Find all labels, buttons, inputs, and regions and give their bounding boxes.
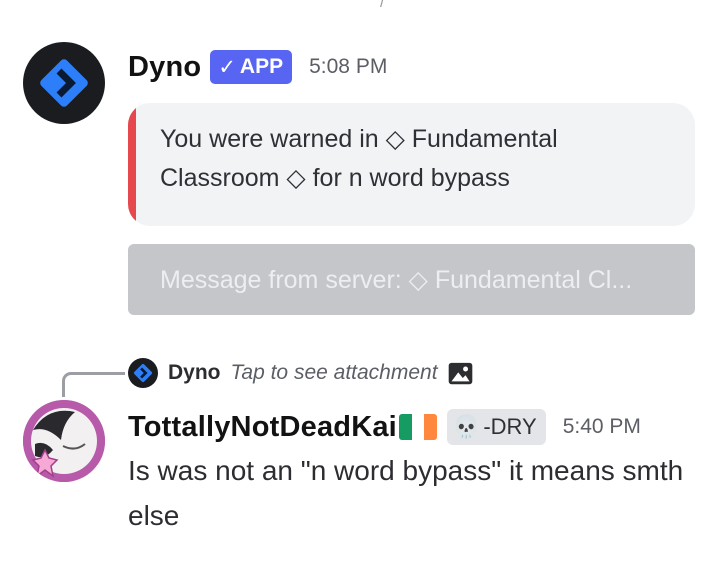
- message-header: TottallyNotDeadKai 💀 -DRY 5:40 PM: [128, 404, 641, 450]
- role-badge-label: -DRY: [483, 414, 537, 439]
- message-timestamp: 5:40 PM: [562, 415, 641, 438]
- warning-embed: You were warned in ◇ Fundamental Classro…: [128, 103, 695, 226]
- reply-avatar: [128, 358, 158, 388]
- message-header: Dyno ✓ APP 5:08 PM: [128, 44, 387, 90]
- embed-description: You were warned in ◇ Fundamental Classro…: [160, 125, 558, 192]
- reply-reference[interactable]: Dyno Tap to see attachment: [128, 357, 474, 389]
- kai-avatar[interactable]: [23, 400, 105, 482]
- dyno-avatar[interactable]: [23, 42, 105, 124]
- reply-author: Dyno: [168, 361, 221, 384]
- message-body: Is was not an "n word bypass" it means s…: [128, 455, 684, 531]
- previous-message-fragment: /: [380, 0, 385, 11]
- embed-accent-bar: [128, 103, 136, 226]
- app-badge: ✓ APP: [210, 50, 293, 84]
- reply-spine: [62, 372, 125, 397]
- image-icon: [447, 360, 474, 387]
- skull-icon: 💀: [452, 414, 481, 439]
- app-badge-label: APP: [239, 55, 284, 78]
- ireland-flag-icon: [398, 414, 437, 440]
- reply-text: Tap to see attachment: [230, 361, 438, 384]
- server-message-button[interactable]: Message from server: ◇ Fundamental Cl...: [128, 244, 695, 315]
- chat-view: / Dyno ✓ APP 5:08 PM You were warned in …: [0, 0, 720, 586]
- author-name[interactable]: TottallyNotDeadKai: [128, 411, 397, 444]
- message-timestamp: 5:08 PM: [309, 55, 388, 78]
- role-badge[interactable]: 💀 -DRY: [446, 409, 546, 445]
- dyno-logo-icon: [133, 363, 153, 383]
- character-avatar-icon: [23, 400, 105, 482]
- check-icon: ✓: [218, 55, 236, 79]
- dyno-logo-icon: [40, 59, 88, 107]
- author-name[interactable]: Dyno: [128, 51, 201, 84]
